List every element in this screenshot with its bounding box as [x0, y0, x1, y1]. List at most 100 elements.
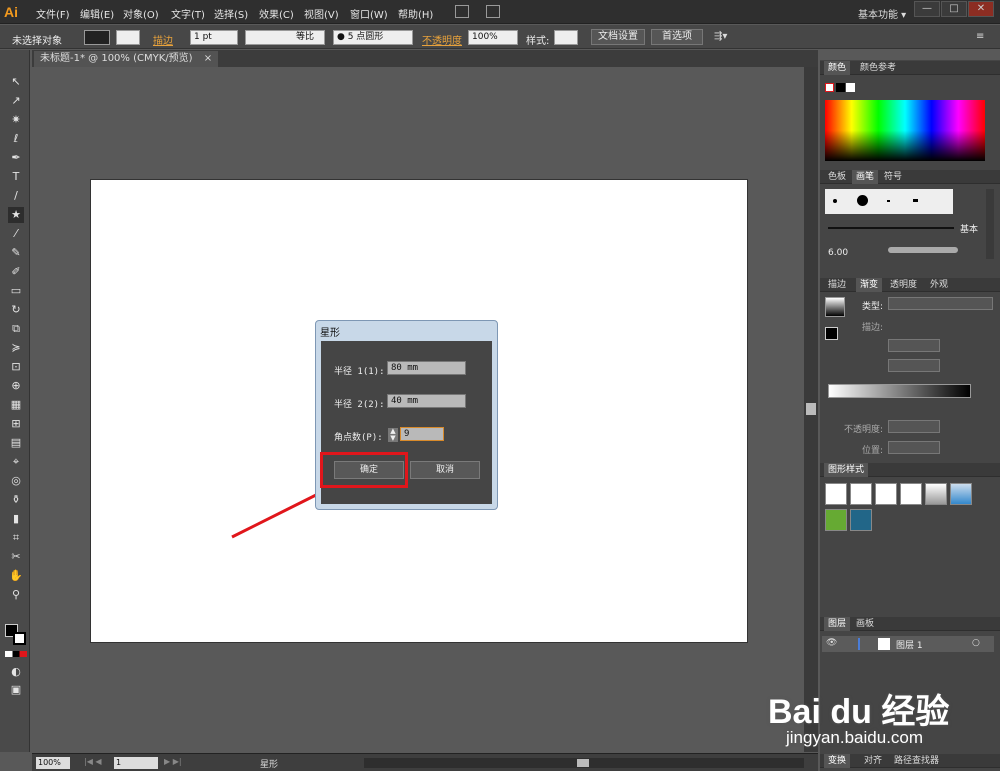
- blob-brush-tool-icon[interactable]: ✐: [8, 264, 24, 280]
- tab-graphic-styles[interactable]: 图形样式: [824, 463, 869, 477]
- menu-view[interactable]: 视图(V): [304, 6, 339, 21]
- fill-swatch[interactable]: [84, 30, 110, 45]
- layer-row[interactable]: 👁 图层 1 ○: [822, 636, 994, 652]
- tab-appearance[interactable]: 外观: [926, 278, 952, 292]
- direct-selection-tool-icon[interactable]: ↗: [8, 93, 24, 109]
- first-page-icon[interactable]: |◀ ◀: [84, 757, 102, 766]
- brush-dot-tiny-icon[interactable]: [887, 200, 890, 202]
- points-input[interactable]: 9: [400, 427, 444, 441]
- stroke-profile-select[interactable]: 等比: [245, 30, 325, 45]
- magic-wand-tool-icon[interactable]: ✷: [8, 112, 24, 128]
- menu-select[interactable]: 选择(S): [214, 6, 248, 21]
- tab-transform[interactable]: 变换: [824, 754, 851, 768]
- pencil-tool-icon[interactable]: ✎: [8, 245, 24, 261]
- panel-menu-icon[interactable]: ≡: [976, 31, 984, 42]
- tab-align[interactable]: 对齐: [860, 754, 886, 768]
- color-mode-icons[interactable]: [5, 651, 27, 657]
- style-stroke-icon[interactable]: [900, 483, 922, 505]
- style-blue-texture-icon[interactable]: [850, 509, 872, 531]
- mesh-tool-icon[interactable]: ⊞: [8, 416, 24, 432]
- minimize-button[interactable]: —: [914, 1, 940, 17]
- drawing-mode-icon[interactable]: ◐: [8, 664, 24, 680]
- column-graph-tool-icon[interactable]: ▮: [8, 511, 24, 527]
- tab-pathfinder[interactable]: 路径查找器: [890, 754, 943, 768]
- brush-dots-row[interactable]: [825, 189, 953, 214]
- tab-color[interactable]: 颜色: [824, 61, 851, 75]
- width-tool-icon[interactable]: ≽: [8, 340, 24, 356]
- brush-dot-large-icon[interactable]: [857, 195, 868, 206]
- layer-target-icon[interactable]: ○: [972, 638, 980, 648]
- visibility-eye-icon[interactable]: 👁: [826, 638, 837, 648]
- none-color-icon[interactable]: [825, 83, 834, 92]
- selection-tool-icon[interactable]: ↖: [8, 74, 24, 90]
- align-options-icon[interactable]: ⇶▾: [714, 31, 727, 42]
- cancel-button[interactable]: 取消: [410, 461, 480, 479]
- stroke-swatch[interactable]: [116, 30, 140, 45]
- gradient-type-select[interactable]: [888, 297, 993, 310]
- gradient-fill-icon[interactable]: [825, 327, 838, 340]
- gradient-location-field[interactable]: [888, 441, 940, 454]
- points-stepper-icon[interactable]: ▲ ▼: [388, 428, 398, 442]
- star-tool-icon[interactable]: ★: [8, 207, 24, 223]
- brushes-scrollbar[interactable]: [986, 189, 994, 259]
- tab-transparency[interactable]: 透明度: [886, 278, 921, 292]
- radius2-input[interactable]: 40 mm: [387, 394, 466, 408]
- art-brush-stroke[interactable]: [888, 247, 958, 253]
- tab-stroke[interactable]: 描边: [824, 278, 850, 292]
- white-color-icon[interactable]: [846, 83, 855, 92]
- workspace-switcher[interactable]: 基本功能 ▾: [858, 6, 906, 21]
- eyedropper-tool-icon[interactable]: ⌖: [8, 454, 24, 470]
- tab-close-icon[interactable]: ×: [204, 53, 212, 64]
- brush-calligraphic-icon[interactable]: [913, 199, 918, 202]
- menu-file[interactable]: 文件(F): [36, 6, 70, 21]
- tab-brushes[interactable]: 画笔: [852, 170, 879, 184]
- tab-color-guide[interactable]: 颜色参考: [856, 61, 900, 75]
- gradient-tool-icon[interactable]: ▤: [8, 435, 24, 451]
- horizontal-scroll-thumb[interactable]: [577, 759, 589, 767]
- gradient-angle-field[interactable]: [888, 339, 940, 352]
- eraser-tool-icon[interactable]: ▭: [8, 283, 24, 299]
- opacity-label[interactable]: 不透明度: [422, 32, 462, 47]
- tab-artboards[interactable]: 画板: [852, 617, 878, 631]
- line-tool-icon[interactable]: /: [8, 188, 24, 204]
- style-none-icon[interactable]: [850, 483, 872, 505]
- blend-tool-icon[interactable]: ◎: [8, 473, 24, 489]
- tab-layers[interactable]: 图层: [824, 617, 851, 631]
- symbol-sprayer-tool-icon[interactable]: ⚱: [8, 492, 24, 508]
- style-green-texture-icon[interactable]: [825, 509, 847, 531]
- bridge-icon[interactable]: [455, 5, 469, 18]
- perspective-grid-tool-icon[interactable]: ▦: [8, 397, 24, 413]
- zoom-select[interactable]: 100%: [36, 757, 70, 769]
- scale-tool-icon[interactable]: ⧉: [8, 321, 24, 337]
- opacity-field[interactable]: 100%: [468, 30, 518, 45]
- vertical-scroll-thumb[interactable]: [806, 403, 816, 415]
- stroke-label[interactable]: 描边: [153, 32, 173, 47]
- gradient-aspect-field[interactable]: [888, 359, 940, 372]
- screen-mode-icon[interactable]: ▣: [8, 682, 24, 698]
- color-spectrum[interactable]: [825, 100, 985, 161]
- stroke-color-icon[interactable]: [13, 632, 26, 645]
- gradient-slider[interactable]: [828, 384, 971, 398]
- menu-object[interactable]: 对象(O): [123, 6, 159, 21]
- menu-help[interactable]: 帮助(H): [398, 6, 433, 21]
- artboard-tool-icon[interactable]: ⌗: [8, 530, 24, 546]
- brush-dot-small-icon[interactable]: [833, 199, 837, 203]
- lasso-tool-icon[interactable]: ℓ: [8, 131, 24, 147]
- menu-window[interactable]: 窗口(W): [350, 6, 388, 21]
- zoom-tool-icon[interactable]: ⚲: [8, 587, 24, 603]
- restore-button[interactable]: □: [941, 1, 967, 17]
- hand-tool-icon[interactable]: ✋: [8, 568, 24, 584]
- tab-gradient[interactable]: 渐变: [856, 278, 883, 292]
- black-color-icon[interactable]: [836, 83, 845, 92]
- style-white-icon[interactable]: [875, 483, 897, 505]
- brush-select[interactable]: ● 5 点圆形: [333, 30, 413, 45]
- menu-effect[interactable]: 效果(C): [259, 6, 294, 21]
- close-button[interactable]: ✕: [968, 1, 994, 17]
- layer-name[interactable]: 图层 1: [896, 638, 923, 651]
- style-blue-gloss-icon[interactable]: [950, 483, 972, 505]
- rotate-tool-icon[interactable]: ↻: [8, 302, 24, 318]
- style-default-icon[interactable]: [825, 483, 847, 505]
- arrange-documents-icon[interactable]: [486, 5, 500, 18]
- page-select[interactable]: 1: [114, 757, 158, 769]
- next-page-icon[interactable]: ▶ ▶|: [164, 757, 182, 766]
